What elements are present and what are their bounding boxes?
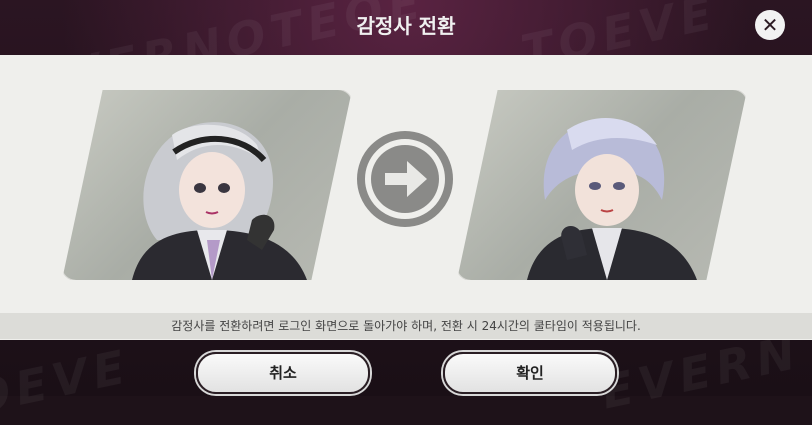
character-portrait-male <box>527 118 697 280</box>
close-icon: ✕ <box>761 13 779 37</box>
arrow-right-icon <box>357 131 453 227</box>
current-character-card <box>62 90 352 280</box>
dialog-title: 감정사 전환 <box>356 14 456 38</box>
backdrop-watermark: OEVE <box>0 338 136 425</box>
cancel-button[interactable]: 취소 <box>196 352 370 394</box>
confirm-button[interactable]: 확인 <box>443 352 617 394</box>
dialog-panel: 감정사를 전환하려면 로그인 화면으로 돌아가야 하며, 전환 시 24시간의 … <box>0 55 812 340</box>
new-character-card <box>457 90 747 280</box>
notice-text: 감정사를 전환하려면 로그인 화면으로 돌아가야 하며, 전환 시 24시간의 … <box>0 313 812 339</box>
close-button[interactable]: ✕ <box>755 10 785 40</box>
character-portrait-female <box>132 122 307 280</box>
